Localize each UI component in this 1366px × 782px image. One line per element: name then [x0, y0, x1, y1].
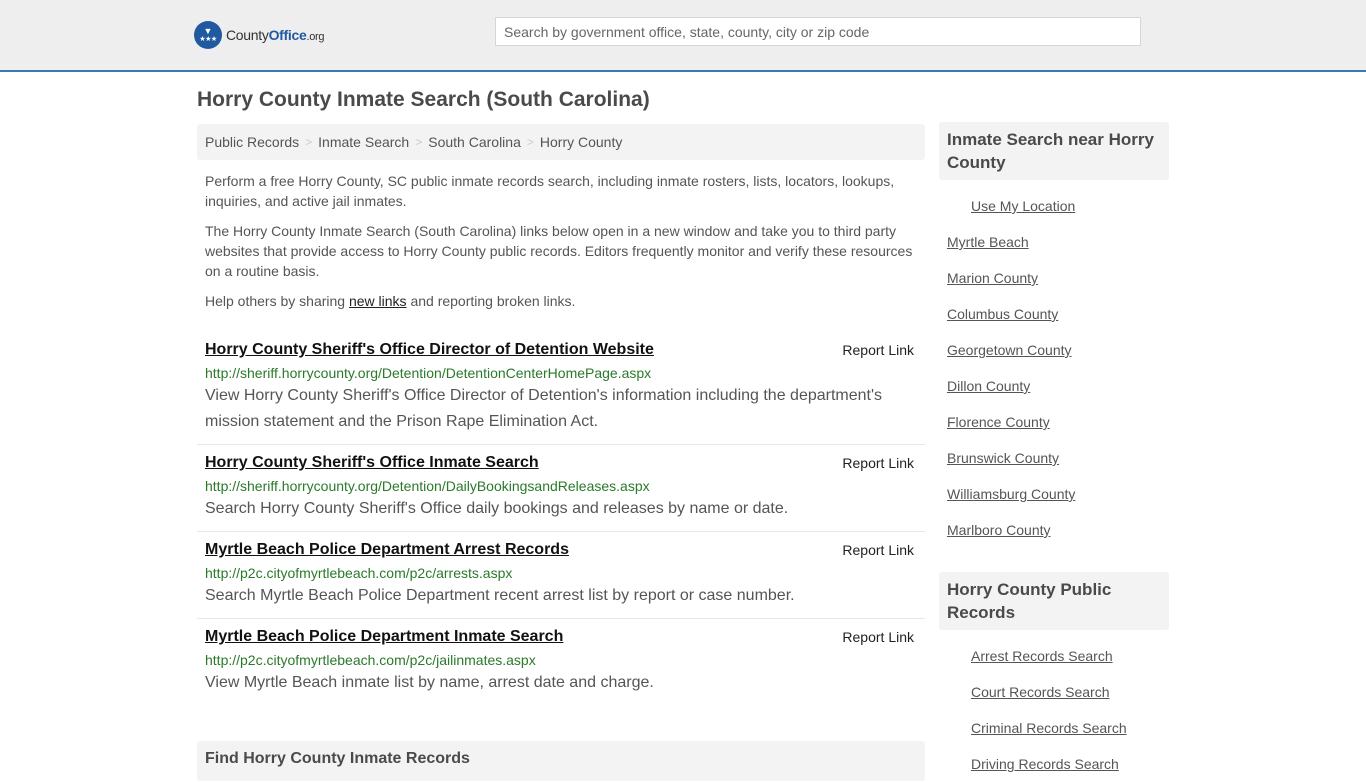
nearby-item: Marlboro County — [939, 512, 1169, 548]
breadcrumb: Public Records > Inmate Search > South C… — [197, 124, 925, 160]
nearby-item: Brunswick County — [939, 440, 1169, 476]
search-input[interactable] — [495, 17, 1141, 46]
intro-paragraph: The Horry County Inmate Search (South Ca… — [205, 223, 913, 279]
nearby-link[interactable]: Marlboro County — [947, 522, 1051, 538]
new-links-link[interactable]: new links — [349, 293, 407, 309]
result-url: http://p2c.cityofmyrtlebeach.com/p2c/jai… — [205, 652, 536, 668]
result-item: Myrtle Beach Police Department Arrest Re… — [197, 532, 925, 619]
result-title-link[interactable]: Horry County Sheriff's Office Director o… — [205, 340, 654, 360]
result-item: Horry County Sheriff's Office Director o… — [197, 332, 925, 445]
result-description: View Myrtle Beach inmate list by name, a… — [205, 674, 654, 691]
breadcrumb-separator: > — [305, 135, 313, 149]
page-title: Horry County Inmate Search (South Caroli… — [197, 88, 650, 111]
public-records-link[interactable]: Arrest Records Search — [971, 648, 1113, 664]
report-link-button[interactable]: Report Link — [842, 629, 914, 645]
result-item: Horry County Sheriff's Office Inmate Sea… — [197, 445, 925, 532]
report-link-button[interactable]: Report Link — [842, 542, 914, 558]
sidebar-public-records: Horry County Public Records Arrest Recor… — [939, 572, 1169, 782]
sidebar-public-records-heading: Horry County Public Records — [939, 572, 1169, 630]
result-description: Search Myrtle Beach Police Department re… — [205, 587, 795, 604]
use-my-location-link[interactable]: Use My Location — [971, 198, 1075, 214]
sidebar-nearby-heading: Inmate Search near Horry County — [939, 122, 1169, 180]
nearby-link[interactable]: Florence County — [947, 414, 1050, 430]
intro-paragraph: Perform a free Horry County, SC public i… — [205, 173, 895, 209]
report-link-button[interactable]: Report Link — [842, 455, 914, 471]
result-description: View Horry County Sheriff's Office Direc… — [205, 387, 883, 430]
intro-paragraph: Help others by sharing new links and rep… — [205, 293, 576, 309]
result-title-link[interactable]: Myrtle Beach Police Department Inmate Se… — [205, 627, 563, 647]
logo-text: CountyOffice.org — [226, 27, 325, 43]
public-records-item: Criminal Records Search — [939, 710, 1169, 746]
nearby-item: Williamsburg County — [939, 476, 1169, 512]
public-records-list: Arrest Records Search Court Records Sear… — [939, 638, 1169, 782]
result-title-link[interactable]: Myrtle Beach Police Department Arrest Re… — [205, 540, 569, 560]
eagle-stars-icon: ▼ ★★★ — [194, 21, 222, 49]
public-records-item: Arrest Records Search — [939, 638, 1169, 674]
result-url: http://sheriff.horrycounty.org/Detention… — [205, 478, 650, 494]
result-url: http://sheriff.horrycounty.org/Detention… — [205, 365, 652, 381]
result-title-link[interactable]: Horry County Sheriff's Office Inmate Sea… — [205, 453, 539, 473]
result-item: Myrtle Beach Police Department Inmate Se… — [197, 619, 925, 705]
result-url: http://p2c.cityofmyrtlebeach.com/p2c/arr… — [205, 565, 513, 581]
nearby-link[interactable]: Columbus County — [947, 306, 1058, 322]
nearby-item: Georgetown County — [939, 332, 1169, 368]
results-list: Horry County Sheriff's Office Director o… — [197, 332, 925, 705]
nearby-link[interactable]: Dillon County — [947, 378, 1030, 394]
breadcrumb-horry-county[interactable]: Horry County — [540, 134, 622, 150]
nearby-link[interactable]: Williamsburg County — [947, 486, 1075, 502]
nearby-item: Florence County — [939, 404, 1169, 440]
nearby-link[interactable]: Brunswick County — [947, 450, 1059, 466]
public-records-link[interactable]: Court Records Search — [971, 684, 1110, 700]
nearby-list: Use My Location Myrtle Beach Marion Coun… — [939, 188, 1169, 548]
nearby-link[interactable]: Georgetown County — [947, 342, 1072, 358]
nearby-item: Columbus County — [939, 296, 1169, 332]
nearby-item: Marion County — [939, 260, 1169, 296]
main-content: Public Records > Inmate Search > South C… — [197, 124, 925, 705]
sidebar-nearby: Inmate Search near Horry County Use My L… — [939, 122, 1169, 548]
result-description: Search Horry County Sheriff's Office dai… — [205, 500, 789, 517]
breadcrumb-inmate-search[interactable]: Inmate Search — [318, 134, 409, 150]
site-logo[interactable]: ▼ ★★★ CountyOffice.org — [194, 21, 325, 49]
nearby-link[interactable]: Myrtle Beach — [947, 234, 1029, 250]
breadcrumb-south-carolina[interactable]: South Carolina — [428, 134, 521, 150]
nearby-item: Dillon County — [939, 368, 1169, 404]
public-records-link[interactable]: Criminal Records Search — [971, 720, 1127, 736]
site-header: ▼ ★★★ CountyOffice.org — [0, 0, 1366, 72]
nearby-link[interactable]: Marion County — [947, 270, 1038, 286]
use-location-item: Use My Location — [939, 188, 1169, 224]
find-records-heading: Find Horry County Inmate Records — [197, 741, 925, 781]
public-records-item: Court Records Search — [939, 674, 1169, 710]
breadcrumb-separator: > — [415, 135, 423, 149]
public-records-link[interactable]: Driving Records Search — [971, 756, 1119, 772]
intro-text: Perform a free Horry County, SC public i… — [197, 171, 925, 311]
breadcrumb-separator: > — [526, 135, 534, 149]
report-link-button[interactable]: Report Link — [842, 342, 914, 358]
breadcrumb-public-records[interactable]: Public Records — [205, 134, 299, 150]
nearby-item: Myrtle Beach — [939, 224, 1169, 260]
public-records-item: Driving Records Search — [939, 746, 1169, 782]
